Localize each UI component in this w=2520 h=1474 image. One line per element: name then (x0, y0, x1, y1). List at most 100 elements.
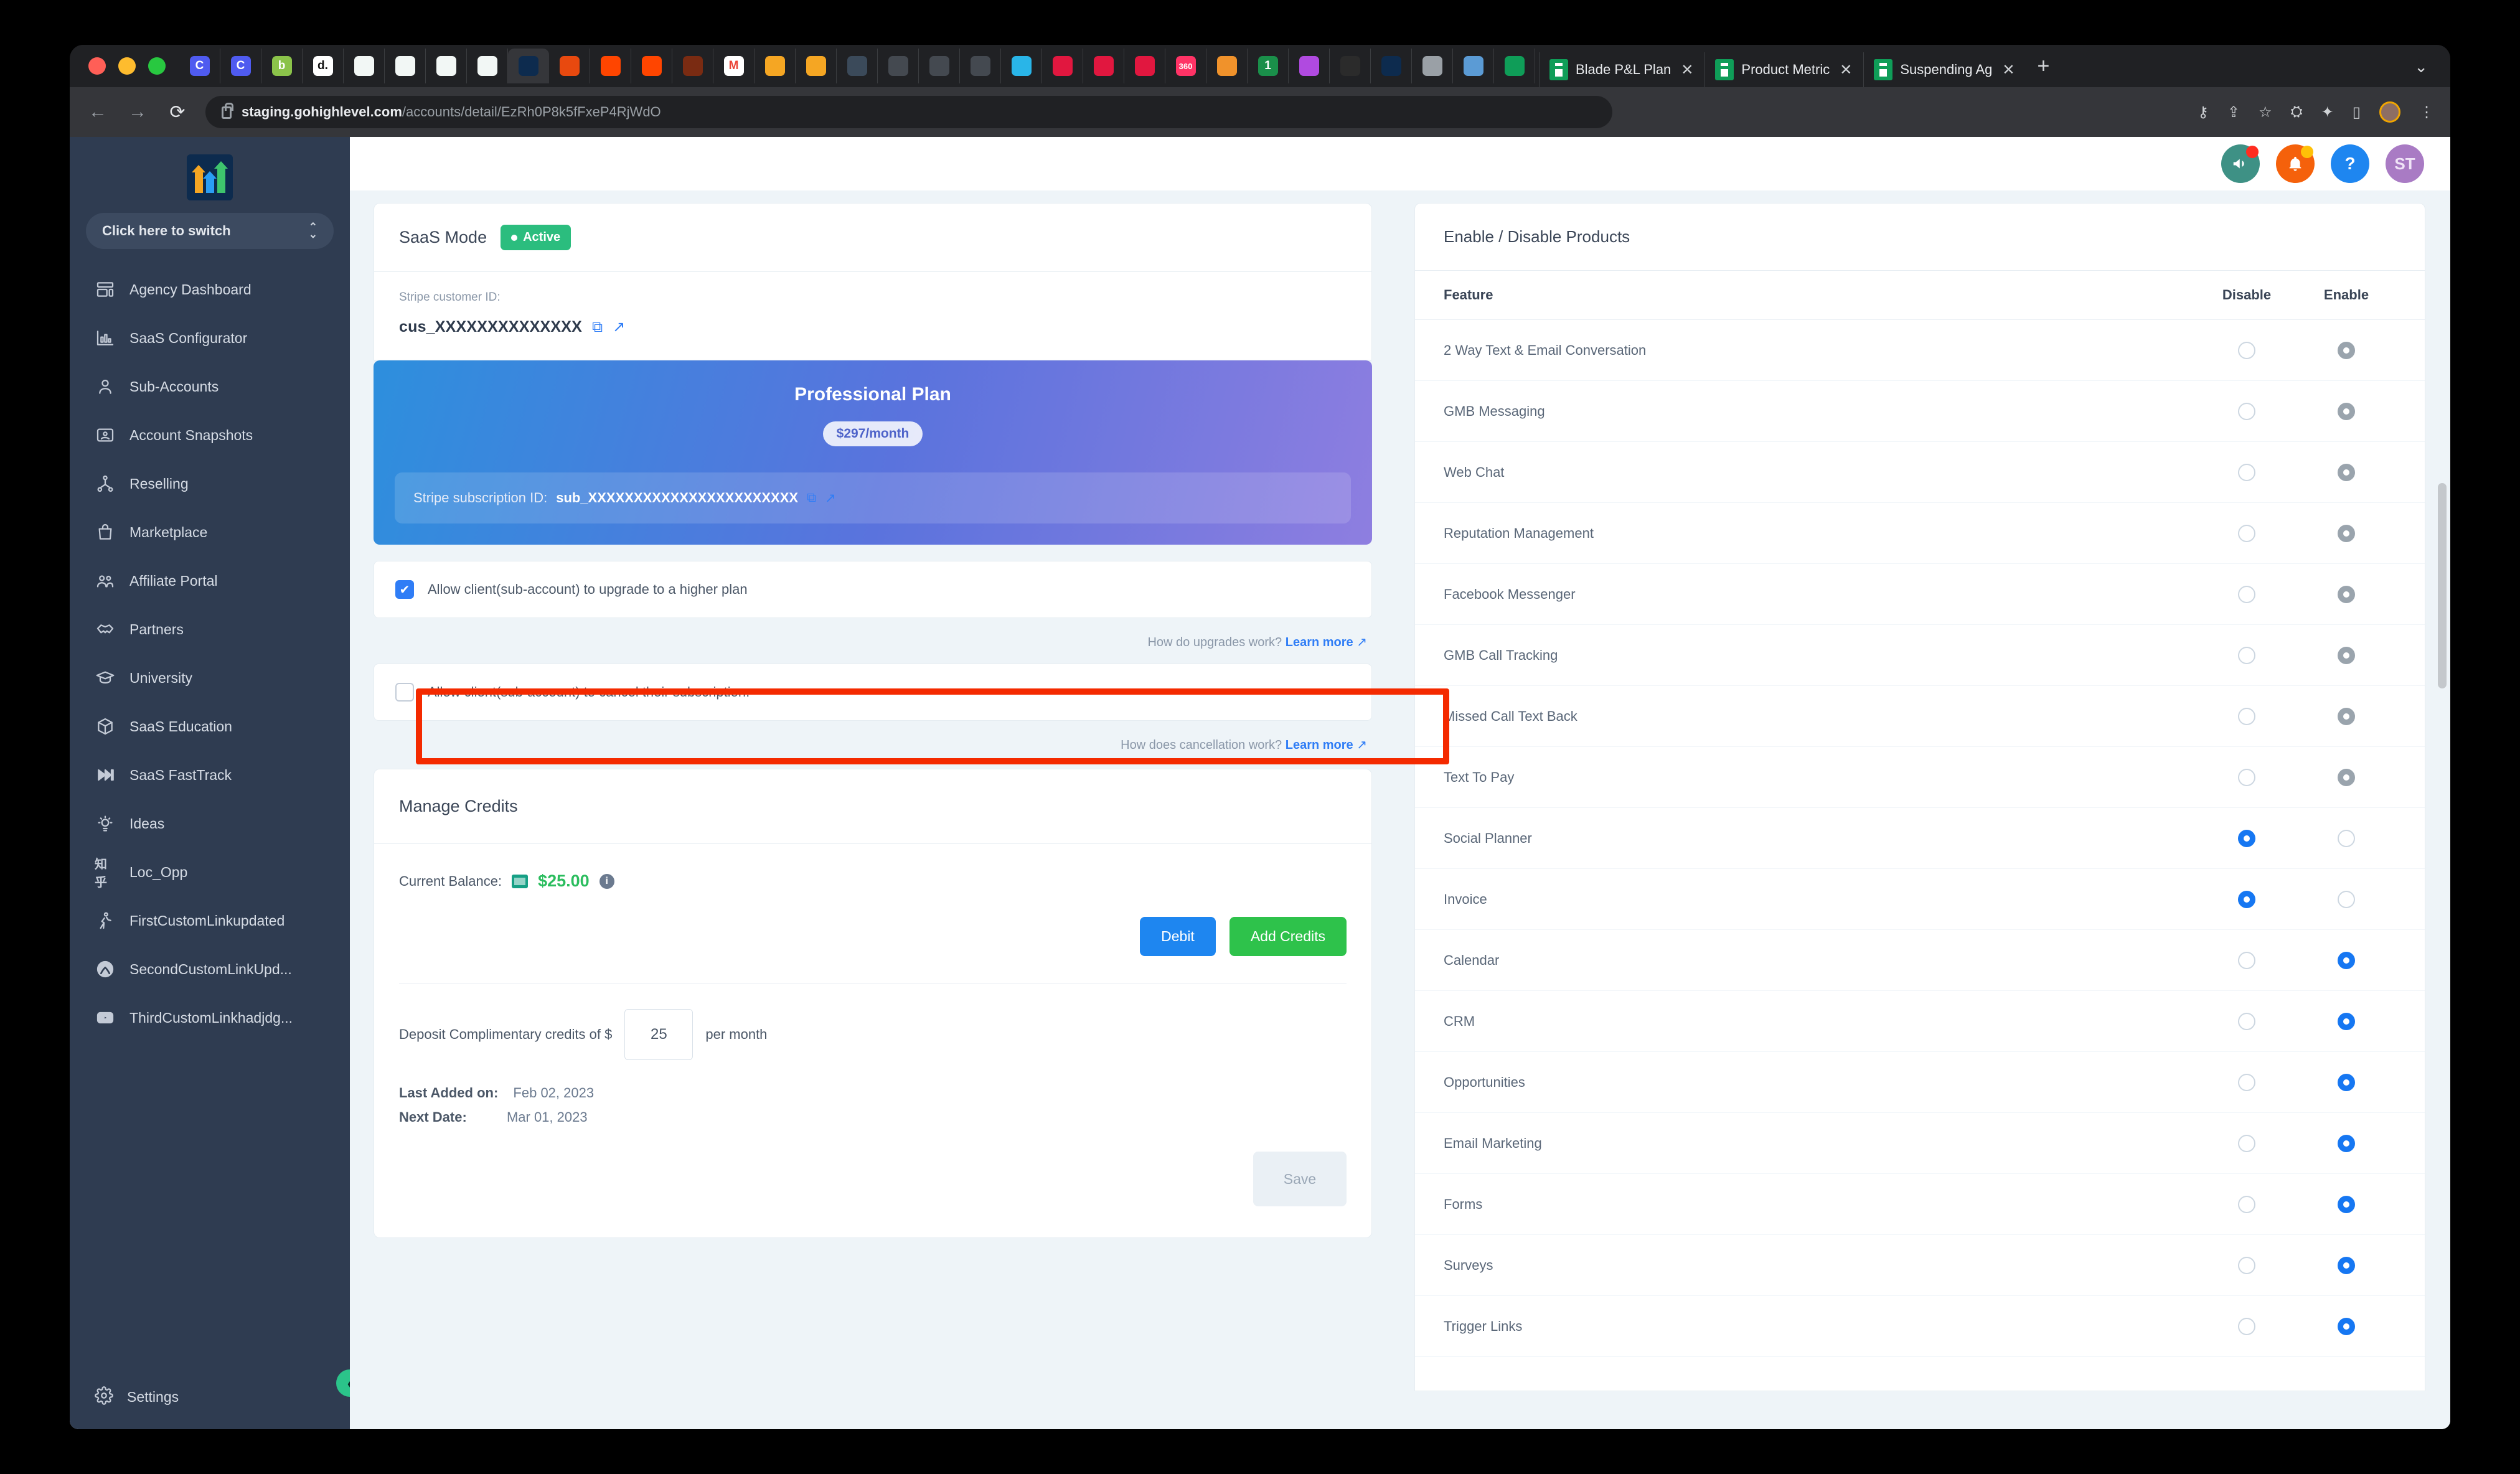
disable-cell[interactable] (2197, 646, 2297, 664)
enable-cell[interactable] (2297, 585, 2396, 603)
pinned-tab-b-tab[interactable]: b (261, 49, 303, 83)
sidebar-item-loc-opp[interactable]: 知乎 Loc_Opp (70, 848, 350, 896)
pinned-tab-apple-tab[interactable] (1412, 49, 1453, 83)
sidebar-item-ideas[interactable]: Ideas (70, 799, 350, 848)
sidebar-panel-icon[interactable]: ▯ (2353, 103, 2361, 121)
save-button[interactable]: Save (1253, 1152, 1347, 1206)
pinned-tab-highlevel-tab-2[interactable] (1371, 49, 1412, 83)
sidebar-item-thirdcustomlinkhadjdg[interactable]: ThirdCustomLinkhadjdg... (70, 993, 350, 1042)
copy-icon-subscription[interactable]: ⧉ (807, 491, 816, 505)
new-tab-button[interactable]: + (2037, 54, 2049, 78)
disable-radio[interactable] (2238, 1317, 2255, 1335)
pinned-tab-doc-tab-2[interactable] (385, 49, 426, 83)
disable-cell[interactable] (2197, 707, 2297, 725)
disable-cell[interactable] (2197, 1012, 2297, 1030)
reload-button[interactable]: ⟳ (166, 101, 189, 123)
enable-radio[interactable] (2338, 463, 2355, 481)
copy-icon[interactable]: ⧉ (592, 319, 603, 336)
external-link-icon-upgrade[interactable]: ↗ (1356, 636, 1367, 649)
enable-cell[interactable] (2297, 1134, 2396, 1152)
browser-tab[interactable]: Blade P&L Plan ✕ (1539, 52, 1704, 87)
external-link-icon-cancel[interactable]: ↗ (1356, 738, 1367, 752)
disable-cell[interactable] (2197, 585, 2297, 603)
cancel-checkbox[interactable] (395, 683, 414, 702)
sidebar-item-settings[interactable]: Settings (70, 1386, 179, 1408)
browser-tab[interactable]: Product Metric ✕ (1704, 52, 1863, 87)
disable-radio[interactable] (2238, 829, 2255, 847)
disable-radio[interactable] (2238, 768, 2255, 786)
pinned-tabs[interactable]: C Cb d. M 360 1 (179, 45, 1535, 87)
bell-icon[interactable] (2276, 144, 2315, 183)
upgrade-permission-row[interactable]: ✔ Allow client(sub-account) to upgrade t… (374, 561, 1372, 618)
window-controls[interactable] (70, 57, 166, 75)
pinned-tab-hex-tab-1[interactable] (878, 49, 919, 83)
disable-radio[interactable] (2238, 890, 2255, 908)
disable-radio[interactable] (2238, 341, 2255, 359)
disable-radio[interactable] (2238, 951, 2255, 969)
help-icon[interactable]: ? (2331, 144, 2369, 183)
close-tab-icon[interactable]: ✕ (1678, 61, 1696, 79)
info-icon[interactable]: i (599, 873, 614, 889)
sidebar-item-partners[interactable]: Partners (70, 605, 350, 654)
enable-cell[interactable] (2297, 341, 2396, 359)
pinned-tab-swirl-tab[interactable] (549, 49, 590, 83)
upgrade-learn-more-link[interactable]: Learn more (1286, 636, 1353, 649)
enable-cell[interactable] (2297, 1195, 2396, 1213)
disable-cell[interactable] (2197, 463, 2297, 481)
sidebar-item-saas-configurator[interactable]: SaaS Configurator (70, 314, 350, 362)
sidebar-item-reselling[interactable]: Reselling (70, 459, 350, 508)
pinned-tab-red-circle-tab-2[interactable] (1083, 49, 1124, 83)
disable-radio[interactable] (2238, 1073, 2255, 1091)
pinned-tab-360-tab[interactable]: 360 (1165, 49, 1206, 83)
enable-radio[interactable] (2338, 1317, 2355, 1335)
forward-button[interactable]: → (126, 101, 149, 123)
minimize-window-button[interactable] (118, 57, 136, 75)
address-bar[interactable]: staging.gohighlevel.com/accounts/detail/… (205, 96, 1612, 128)
sidebar-item-agency-dashboard[interactable]: Agency Dashboard (70, 265, 350, 314)
disable-cell[interactable] (2197, 890, 2297, 908)
enable-radio[interactable] (2338, 1256, 2355, 1274)
pinned-tab-drive-tab[interactable] (1494, 49, 1535, 83)
extension-puzzle-icon[interactable]: ✦ (2321, 103, 2334, 121)
pinned-tab-hex-tab-2[interactable] (919, 49, 960, 83)
external-link-icon[interactable]: ↗ (613, 318, 625, 336)
sidebar-item-saas-education[interactable]: SaaS Education (70, 702, 350, 751)
enable-radio[interactable] (2338, 951, 2355, 969)
enable-cell[interactable] (2297, 1012, 2396, 1030)
kebab-menu-icon[interactable]: ⋮ (2419, 103, 2434, 121)
user-avatar[interactable]: ST (2386, 144, 2424, 183)
open-tabs[interactable]: Blade P&L Plan ✕ Product Metric ✕ Suspending… (1539, 45, 2026, 87)
disable-radio[interactable] (2238, 1195, 2255, 1213)
disable-radio[interactable] (2238, 402, 2255, 420)
external-link-icon-subscription[interactable]: ↗ (825, 491, 836, 506)
disable-radio[interactable] (2238, 1256, 2255, 1274)
pinned-tab-d-tab[interactable]: d. (303, 49, 344, 83)
pinned-tab-hex-tab-3[interactable] (960, 49, 1001, 83)
pinned-tab-wave-tab[interactable] (1289, 49, 1330, 83)
sidebar-item-saas-fasttrack[interactable]: SaaS FastTrack (70, 751, 350, 799)
pinned-tab-c-tab-2[interactable]: C (220, 49, 261, 83)
pinned-tab-gmail-tab[interactable]: M (713, 49, 755, 83)
sidebar-item-marketplace[interactable]: Marketplace (70, 508, 350, 556)
sidebar-nav[interactable]: Agency Dashboard SaaS Configurator Sub-Acc… (70, 265, 350, 1042)
pinned-tab-doc-tab-4[interactable] (467, 49, 508, 83)
enable-radio[interactable] (2338, 1134, 2355, 1152)
pinned-tab-c-tab-1[interactable]: C (179, 49, 220, 83)
enable-cell[interactable] (2297, 646, 2396, 664)
disable-cell[interactable] (2197, 402, 2297, 420)
sidebar-item-firstcustomlinkupdated[interactable]: FirstCustomLinkupdated (70, 896, 350, 945)
enable-radio[interactable] (2338, 1012, 2355, 1030)
enable-cell[interactable] (2297, 524, 2396, 542)
enable-cell[interactable] (2297, 463, 2396, 481)
pinned-tab-orange-tab-2[interactable] (631, 49, 672, 83)
pinned-tab-red-circle-tab-1[interactable] (1042, 49, 1083, 83)
deposit-amount-input[interactable]: 25 (624, 1009, 693, 1060)
disable-radio[interactable] (2238, 1012, 2255, 1030)
pinned-tab-circle-logo-tab[interactable] (1330, 49, 1371, 83)
share-icon[interactable]: ⇪ (2227, 103, 2240, 121)
password-key-icon[interactable]: ⚷ (2198, 103, 2209, 121)
pinned-tab-one-tab[interactable]: 1 (1248, 49, 1289, 83)
disable-cell[interactable] (2197, 524, 2297, 542)
close-window-button[interactable] (88, 57, 106, 75)
enable-radio[interactable] (2338, 1073, 2355, 1091)
